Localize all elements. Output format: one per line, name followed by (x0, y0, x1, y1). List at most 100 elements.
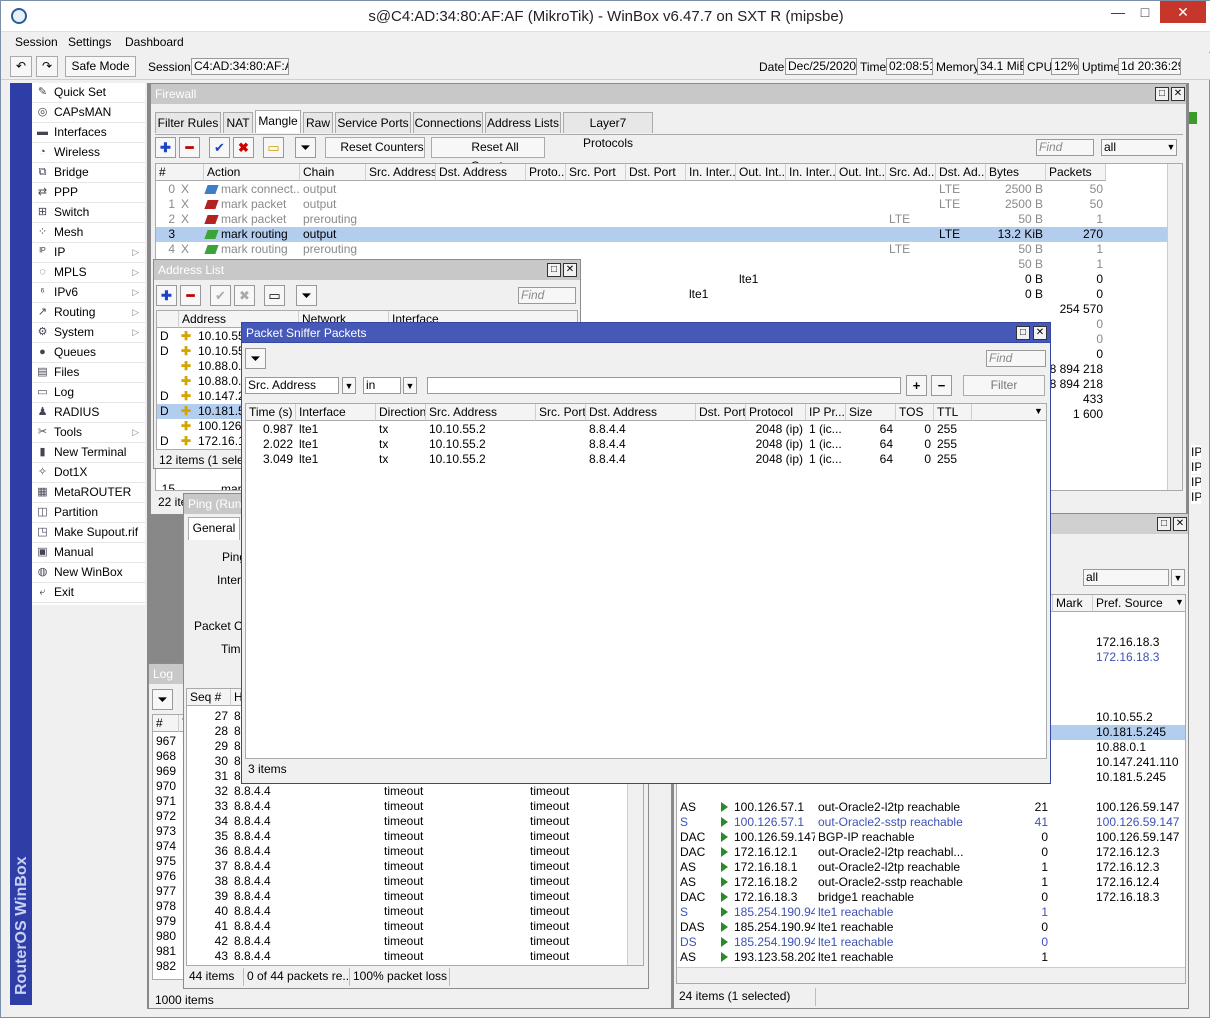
route-close-button[interactable]: ✕ (1173, 517, 1187, 531)
reset-counters-button[interactable]: Reset Counters (325, 137, 425, 158)
sidebar-item-metarouter[interactable]: ▦ MetaROUTER (32, 483, 145, 503)
redo-button[interactable]: ↷ (36, 56, 58, 77)
maximize-button[interactable]: □ (1129, 1, 1161, 23)
safe-mode-button[interactable]: Safe Mode (65, 56, 136, 77)
sidebar-item-queues[interactable]: ● Queues (32, 343, 145, 363)
address-add-button[interactable]: ✚ (156, 285, 177, 306)
chevron-down-icon[interactable]: ▼ (342, 377, 356, 394)
sidebar-item-ipv6[interactable]: ⁶ IPv6 ▷ (32, 283, 145, 303)
sidebar-item-mesh[interactable]: ⁘ Mesh (32, 223, 145, 243)
column-header[interactable] (157, 311, 179, 328)
sidebar-item-ppp[interactable]: ⇄ PPP (32, 183, 145, 203)
column-header[interactable]: Dst. Ad... (936, 164, 986, 181)
table-row[interactable]: DS 185.254.190.94 lte1 reachable 0 (677, 935, 1185, 950)
sidebar-item-make-supout-rif[interactable]: ◳ Make Supout.rif (32, 523, 145, 543)
column-header[interactable]: Pref. Source (1093, 595, 1185, 612)
chevron-down-icon[interactable]: ▼ (1171, 569, 1185, 586)
table-row[interactable]: 41 8.8.4.4 timeout timeout (187, 919, 627, 934)
column-header[interactable]: Src. Port (536, 404, 586, 421)
table-row[interactable]: AS 172.16.18.1 out-Oracle2-l2tp reachable 1… (677, 860, 1185, 875)
column-header[interactable]: Out. Int... (736, 164, 786, 181)
address-filter-button[interactable]: ⏷ (296, 285, 317, 306)
menu-session[interactable]: Session (15, 35, 58, 49)
sidebar-item-tools[interactable]: ✂ Tools ▷ (32, 423, 145, 443)
tab-address-lists[interactable]: Address Lists (485, 112, 561, 133)
column-header[interactable]: Time (s) (246, 404, 296, 421)
sidebar-item-wireless[interactable]: ◔ Wireless (32, 143, 145, 163)
sidebar-item-bridge[interactable]: ⧉ Bridge (32, 163, 145, 183)
sidebar-item-radius[interactable]: ♟ RADIUS (32, 403, 145, 423)
address-enable-button[interactable]: ✔ (210, 285, 231, 306)
tab-layer7-protocols[interactable]: Layer7 Protocols (563, 112, 653, 150)
table-row[interactable]: DAC 172.16.18.3 bridge1 reachable 0 172.16.1… (677, 890, 1185, 905)
sniffer-remove-condition-button[interactable]: − (931, 375, 952, 396)
tab-nat[interactable]: NAT (223, 112, 253, 133)
route-filter-select[interactable]: all (1083, 569, 1169, 586)
vertical-scrollbar[interactable] (1167, 164, 1182, 490)
column-header[interactable]: Interface (296, 404, 376, 421)
column-header[interactable]: Src. Address (366, 164, 436, 181)
sidebar-item-dot1x[interactable]: ✧ Dot1X (32, 463, 145, 483)
table-row[interactable]: 0.987 lte1 tx 10.10.55.2 8.8.4.4 2048 (ip) 1 (… (246, 422, 1046, 437)
column-header[interactable]: Out. Int... (836, 164, 886, 181)
vertical-scrollbar[interactable] (627, 783, 643, 965)
table-row[interactable]: 37 8.8.4.4 timeout timeout (187, 859, 627, 874)
sidebar-item-quick-set[interactable]: ✎ Quick Set (32, 83, 145, 103)
tab-connections[interactable]: Connections (413, 112, 483, 133)
table-row[interactable]: 43 8.8.4.4 timeout timeout (187, 949, 627, 964)
sidebar-item-exit[interactable]: ⤶ Exit (32, 583, 145, 603)
chevron-down-icon[interactable]: ▼ (403, 377, 417, 394)
sniffer-find-input[interactable]: Find (986, 350, 1046, 367)
sidebar-item-files[interactable]: ▤ Files (32, 363, 145, 383)
column-header[interactable]: Src. Ad... (886, 164, 936, 181)
column-header[interactable]: Src. Port (566, 164, 626, 181)
menu-settings[interactable]: Settings (68, 35, 111, 49)
sniffer-filter-toggle-button[interactable]: ⏷ (245, 348, 266, 369)
address-list-restore-button[interactable]: □ (547, 263, 561, 277)
column-header[interactable]: Src. Address (426, 404, 536, 421)
tab-mangle[interactable]: Mangle (255, 110, 301, 133)
chevron-down-icon[interactable]: ▼ (1165, 139, 1177, 156)
column-header[interactable]: In. Inter... (686, 164, 736, 181)
column-header[interactable]: Chain (300, 164, 366, 181)
enable-button[interactable]: ✔ (209, 137, 230, 158)
table-row[interactable]: DAS 185.254.190.94 lte1 reachable 0 (677, 920, 1185, 935)
column-header[interactable]: Dst. Address (436, 164, 526, 181)
column-chooser-icon[interactable]: ▼ (1175, 597, 1184, 607)
table-row[interactable]: S 100.126.57.1 out-Oracle2-sstp reachable 4… (677, 815, 1185, 830)
sidebar-item-manual[interactable]: ▣ Manual (32, 543, 145, 563)
comment-button[interactable]: ▭ (263, 137, 284, 158)
sniffer-filter-button[interactable]: Filter (963, 375, 1045, 396)
table-row[interactable]: 42 8.8.4.4 timeout timeout (187, 934, 627, 949)
table-row[interactable]: 4 Xmark routing prerouting LTE 50 B 1 (156, 242, 1168, 257)
sniffer-filter-op-select[interactable]: in (363, 377, 401, 394)
address-comment-button[interactable]: ▭ (264, 285, 285, 306)
firewall-close-button[interactable]: ✕ (1171, 87, 1185, 101)
column-header[interactable]: Size (846, 404, 896, 421)
disable-button[interactable]: ✖ (233, 137, 254, 158)
table-row[interactable]: DAC 172.16.12.1 out-Oracle2-l2tp reachabl.… (677, 845, 1185, 860)
sniffer-add-condition-button[interactable]: + (906, 375, 927, 396)
table-row[interactable]: 3 mark routing output LTE 13.2 KiB 270 (156, 227, 1168, 242)
column-header[interactable]: TOS (896, 404, 934, 421)
sniffer-filter-value-input[interactable] (427, 377, 901, 394)
tab-service-ports[interactable]: Service Ports (335, 112, 411, 133)
address-list-close-button[interactable]: ✕ (563, 263, 577, 277)
table-row[interactable]: 34 8.8.4.4 timeout timeout (187, 814, 627, 829)
sidebar-item-switch[interactable]: ⊞ Switch (32, 203, 145, 223)
sidebar-item-capsman[interactable]: ◎ CAPsMAN (32, 103, 145, 123)
sidebar-item-partition[interactable]: ◫ Partition (32, 503, 145, 523)
table-row[interactable]: 0 Xmark connect... output LTE 2500 B 50 (156, 182, 1168, 197)
table-row[interactable]: 3.049 lte1 tx 10.10.55.2 8.8.4.4 2048 (ip) 1 (… (246, 452, 1046, 467)
column-header[interactable]: Seq # (187, 689, 231, 706)
table-row[interactable]: 38 8.8.4.4 timeout timeout (187, 874, 627, 889)
add-button[interactable]: ✚ (155, 137, 176, 158)
table-row[interactable]: 36 8.8.4.4 timeout timeout (187, 844, 627, 859)
column-header[interactable]: Proto... (526, 164, 566, 181)
column-header[interactable]: IP Pr... (806, 404, 846, 421)
column-header[interactable]: Dst. Address (586, 404, 696, 421)
sidebar-item-ip[interactable]: ᴵᴾ IP ▷ (32, 243, 145, 263)
table-row[interactable]: AS 172.16.18.2 out-Oracle2-sstp reachable 1… (677, 875, 1185, 890)
table-row[interactable]: AS 100.126.57.1 out-Oracle2-l2tp reachable… (677, 800, 1185, 815)
log-filter-button[interactable]: ⏷ (152, 689, 173, 710)
